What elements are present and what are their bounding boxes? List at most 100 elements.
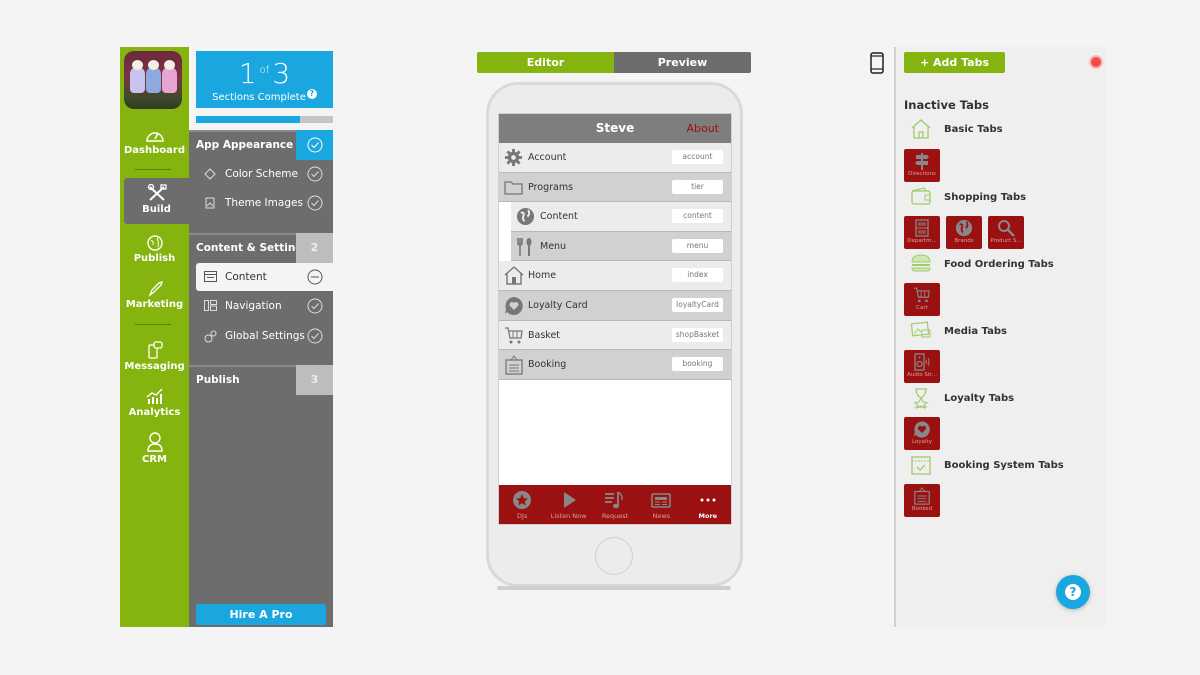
nav-label: Build — [142, 204, 171, 215]
booking-sign-icon — [914, 487, 930, 505]
nav-marketing[interactable]: Marketing — [120, 281, 189, 310]
nav-row-menu[interactable]: Menu menu — [511, 231, 731, 262]
tab-label: Request — [601, 512, 629, 520]
tab-news[interactable]: News — [638, 485, 684, 524]
progress-of: of — [259, 65, 270, 76]
about-link[interactable]: About — [686, 114, 719, 143]
nav-publish[interactable]: Publish — [120, 235, 189, 264]
step-navigation[interactable]: Navigation — [196, 292, 333, 320]
row-key-field[interactable]: content — [672, 209, 723, 224]
row-key-field[interactable]: shopBasket — [672, 327, 723, 342]
tab-tile-loyalty[interactable]: Loyalty — [904, 417, 940, 450]
speaker-icon — [914, 353, 930, 371]
step-label: Global Settings — [225, 330, 305, 342]
section-content-settings[interactable]: Content & Settings 2 — [189, 233, 333, 263]
progress-area: 1 of 3 Sections Complete? — [189, 47, 333, 130]
build-steps-panel: 1 of 3 Sections Complete? App Appearance C… — [189, 47, 333, 627]
row-key-field[interactable]: booking — [672, 357, 723, 372]
row-label: Home — [528, 270, 557, 282]
check-circle-icon — [307, 298, 323, 314]
nav-dashboard[interactable]: Dashboard — [120, 127, 189, 156]
tab-listen-now[interactable]: Listen Now — [545, 485, 591, 524]
avatar-image — [130, 60, 145, 93]
tabs-panel: + Add Tabs Inactive Tabs Basic Tabs Dire… — [894, 47, 1106, 627]
nav-row-content[interactable]: Content content — [511, 202, 731, 232]
category-basic-tabs[interactable]: Basic Tabs — [904, 118, 1104, 144]
help-icon[interactable]: ? — [306, 89, 317, 99]
tab-tile-booked[interactable]: Booked — [904, 484, 940, 517]
step-global-settings[interactable]: Global Settings — [196, 322, 333, 350]
tab-label: More — [698, 512, 718, 520]
step-color-scheme[interactable]: Color Scheme — [196, 160, 333, 188]
row-key-field[interactable]: tier — [672, 179, 723, 194]
row-key-field[interactable]: index — [672, 268, 723, 283]
nav-build[interactable]: Build — [124, 178, 189, 224]
help-button[interactable]: ? — [1056, 575, 1090, 609]
section-app-appearance[interactable]: App Appearance — [189, 130, 333, 160]
section-complete-badge — [296, 130, 333, 160]
category-media-tabs[interactable]: Media Tabs — [904, 320, 1104, 346]
category-shopping-tabs[interactable]: Shopping Tabs — [904, 186, 1104, 212]
phone-device-icon[interactable] — [870, 52, 884, 74]
category-food-ordering-tabs[interactable]: Food Ordering Tabs — [904, 253, 1104, 279]
home-icon — [504, 266, 524, 286]
step-theme-images[interactable]: Theme Images — [196, 189, 333, 217]
tab-tile-departments[interactable]: Departm... — [904, 216, 940, 249]
progress-total: 3 — [272, 57, 291, 90]
chart-icon — [146, 388, 162, 404]
nav-row-loyalty-card[interactable]: Loyalty Card loyaltyCard — [499, 290, 731, 321]
tab-djs[interactable]: DJs — [499, 485, 545, 524]
row-label: Menu — [540, 240, 567, 252]
nav-row-home[interactable]: Home index — [499, 261, 731, 291]
hire-a-pro-button[interactable]: Hire A Pro — [196, 604, 326, 625]
preview-tab[interactable]: Preview — [614, 52, 751, 73]
add-tabs-button[interactable]: + Add Tabs — [904, 52, 1005, 73]
step-content[interactable]: Content — [196, 263, 333, 291]
tab-request[interactable]: Request — [592, 485, 638, 524]
nav-row-basket[interactable]: Basket shopBasket — [499, 320, 731, 351]
tab-tile-product-search[interactable]: Product S... — [988, 216, 1024, 249]
hourglass-star-icon — [913, 388, 929, 409]
nav-row-account[interactable]: Account account — [499, 143, 731, 173]
cart-icon — [505, 326, 523, 344]
tab-tile-cart[interactable]: Cart — [904, 283, 940, 316]
tile-label: Brands — [954, 238, 974, 244]
category-label: Media Tabs — [944, 326, 1007, 337]
nav-row-programs[interactable]: Programs tier — [499, 172, 731, 203]
media-icon — [910, 321, 931, 338]
newspaper-icon — [651, 493, 672, 508]
tab-tile-audio-stream[interactable]: Audio Str... — [904, 350, 940, 383]
content-icon — [204, 271, 217, 282]
section-publish[interactable]: Publish 3 — [189, 365, 333, 395]
section-title: Content & Settings — [196, 242, 310, 254]
avatar[interactable] — [124, 51, 182, 109]
globe-icon — [955, 219, 973, 237]
nav-messaging[interactable]: Messaging — [120, 341, 189, 372]
tab-more[interactable]: More — [685, 485, 731, 524]
globe-icon — [146, 235, 163, 251]
progress-label: Sections Complete — [212, 92, 306, 103]
row-key-field[interactable]: menu — [672, 238, 723, 253]
tab-label: News — [652, 512, 671, 520]
gauge-icon — [145, 132, 164, 142]
phone-chat-icon — [147, 341, 163, 359]
category-loyalty-tabs[interactable]: Loyalty Tabs — [904, 387, 1104, 413]
phone-screen: Steve About Account account Programs tie… — [498, 113, 732, 525]
nav-crm[interactable]: CRM — [120, 432, 189, 465]
tab-tile-brands[interactable]: Brands — [946, 216, 982, 249]
nav-row-booking[interactable]: Booking booking — [499, 350, 731, 380]
nav-label: Messaging — [124, 361, 185, 372]
row-key-field[interactable]: loyaltyCard — [672, 297, 723, 312]
check-circle-icon — [307, 166, 323, 182]
star-circle-icon — [513, 491, 532, 509]
section-number-badge: 2 — [296, 233, 333, 263]
row-label: Account — [528, 152, 567, 163]
row-key-field[interactable]: account — [672, 150, 723, 164]
progress-summary: 1 of 3 Sections Complete? — [196, 51, 333, 108]
editor-tab[interactable]: Editor — [477, 52, 614, 73]
tab-tile-directions[interactable]: Directions — [904, 149, 940, 182]
app-header: Steve About — [499, 114, 731, 143]
nav-analytics[interactable]: Analytics — [120, 387, 189, 418]
category-booking-system-tabs[interactable]: Booking System Tabs — [904, 454, 1104, 480]
cart-icon — [913, 287, 930, 303]
